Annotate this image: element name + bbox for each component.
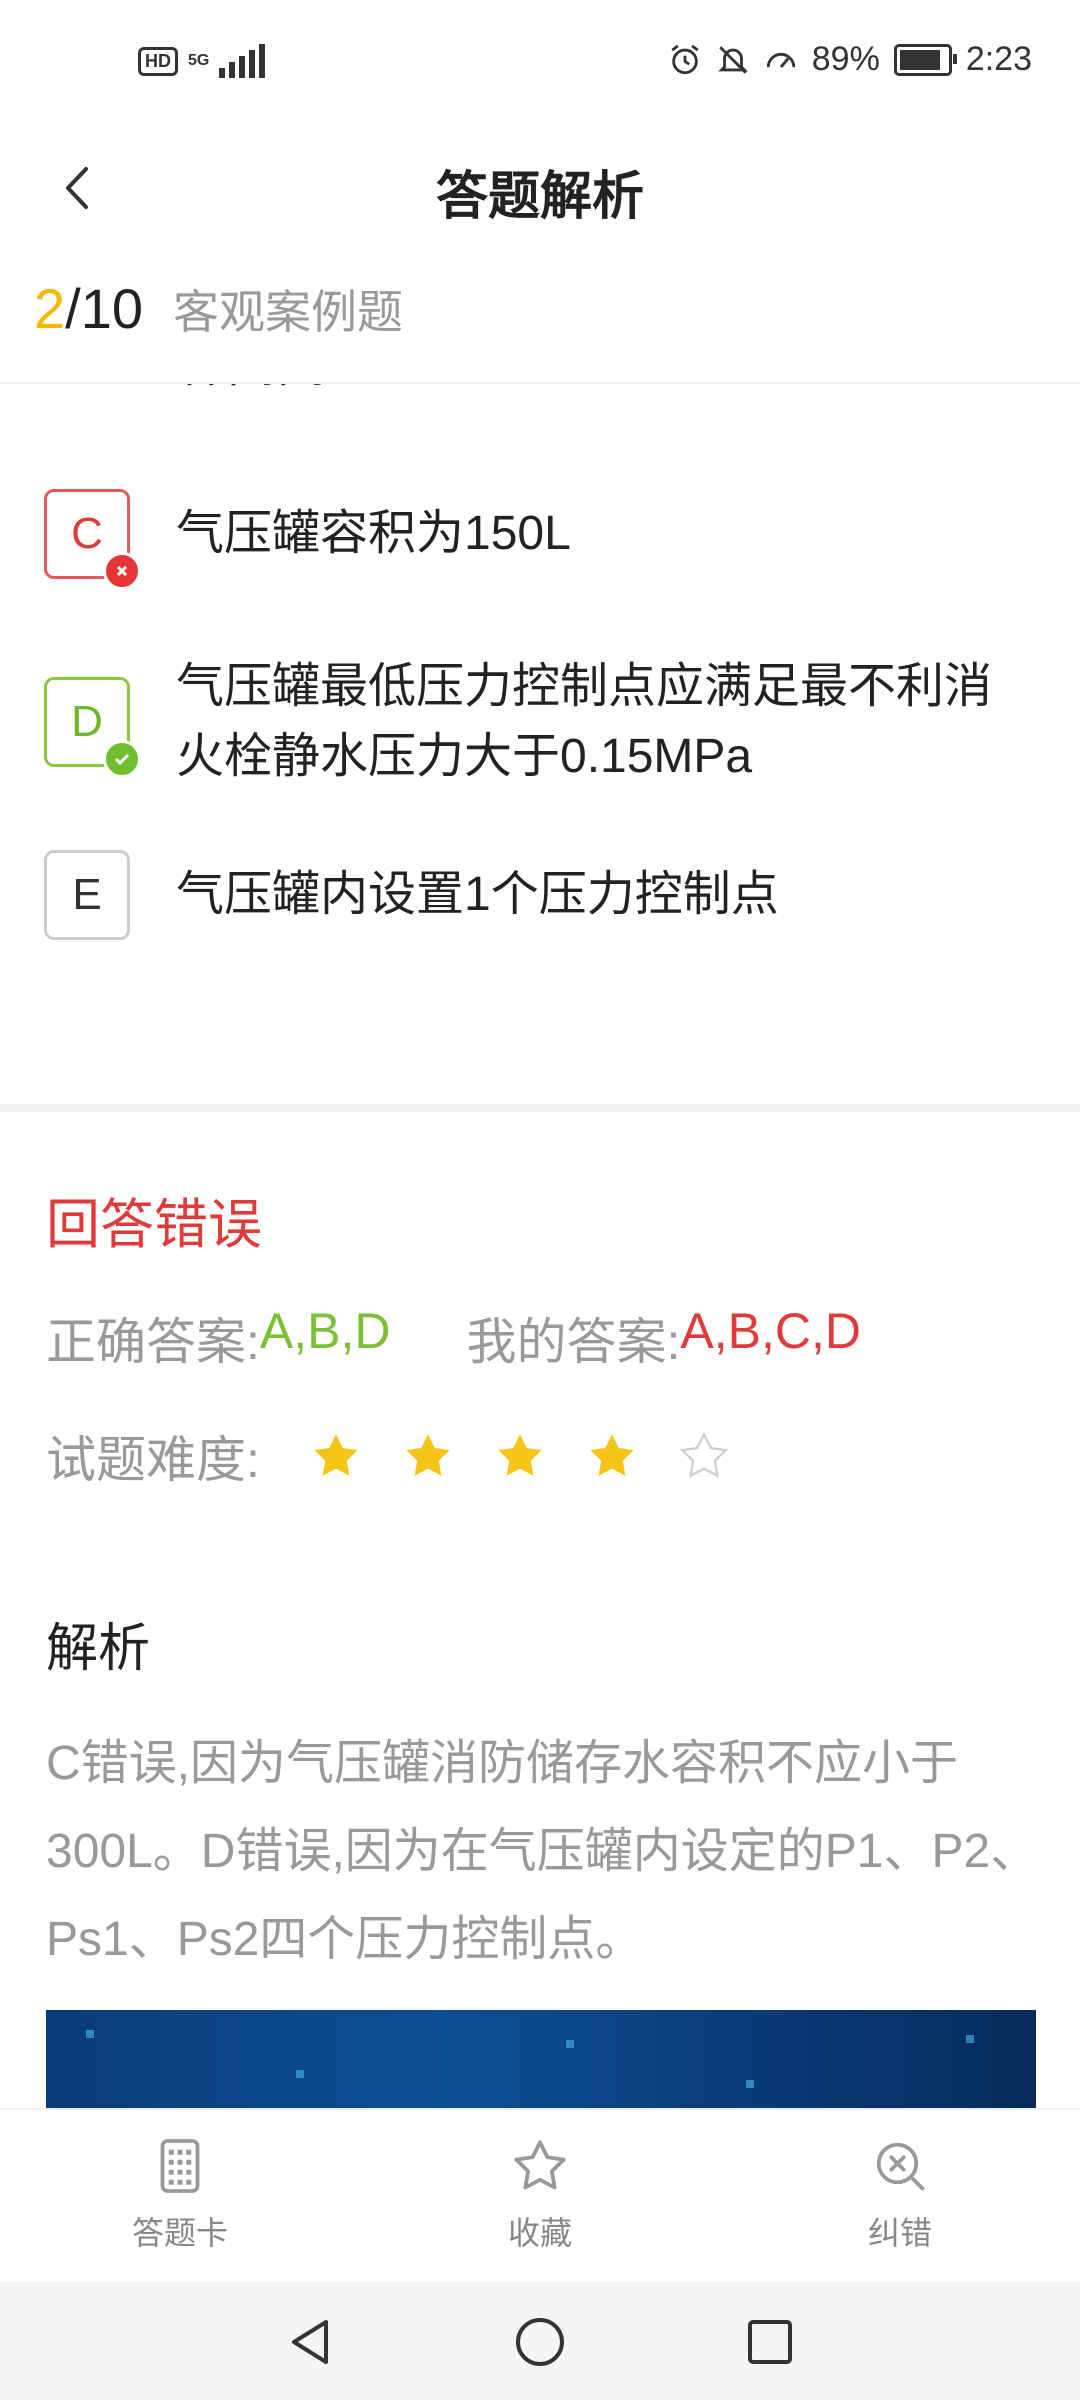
star-filled-icon bbox=[314, 1434, 358, 1476]
option-text: 气压罐内设置1个压力控制点 bbox=[176, 868, 779, 921]
my-answer-label: 我的答案: bbox=[466, 1314, 681, 1370]
search-x-icon bbox=[876, 2142, 925, 2191]
status-left: HD 5G bbox=[138, 44, 266, 78]
home-circle-icon[interactable] bbox=[512, 2314, 568, 2370]
network-label: 5G bbox=[188, 52, 210, 69]
status-right: 89% 2:23 bbox=[668, 40, 1032, 79]
question-type: 客观案例题 bbox=[173, 286, 404, 338]
option-text: 杆闸阀 bbox=[177, 384, 327, 396]
difficulty-row: 试题难度: bbox=[46, 1420, 730, 1492]
progress-total: /10 bbox=[65, 277, 144, 340]
option-text: 气压罐最低压力控制点应满足最不利消火栓静水压力大于0.15MPa bbox=[176, 660, 993, 783]
speed-icon bbox=[766, 52, 795, 68]
star-empty-icon bbox=[679, 1431, 728, 1478]
bottom-tab-bar: 答题卡 收藏 纠错 bbox=[0, 2108, 1080, 2284]
correct-answer-value: A,B,D bbox=[259, 1303, 391, 1359]
difficulty-label: 试题难度: bbox=[46, 1432, 260, 1488]
tab-report-error[interactable]: 纠错 bbox=[800, 2136, 1000, 2254]
section-divider bbox=[0, 1104, 1080, 1112]
tab-label: 收藏 bbox=[507, 2215, 572, 2251]
difficulty-stars bbox=[310, 1430, 730, 1482]
analysis-text: C错误,因为气压罐消防储存水容积不应小于300L。D错误,因为在气压罐内设定的P… bbox=[46, 1737, 1039, 1966]
answer-row: 正确答案: A,B,D 我的答案: A,B,C,D bbox=[46, 1302, 861, 1374]
status-bar: HD 5G 89% 2:23 bbox=[0, 0, 1080, 132]
options-list: 杆闸阀 C 气压罐容积为150L D 气压罐最低压力控制点应满足最不利消火栓静水… bbox=[0, 384, 1080, 1104]
star-filled-icon bbox=[590, 1434, 634, 1476]
option-letter-box: E bbox=[44, 850, 130, 940]
page-title: 答题解析 bbox=[435, 168, 644, 226]
option-letter: C bbox=[71, 509, 103, 558]
option-letter: D bbox=[71, 697, 103, 746]
check-icon bbox=[103, 740, 141, 778]
option-c[interactable]: C 气压罐容积为150L bbox=[44, 489, 1044, 590]
star-filled-icon bbox=[406, 1434, 450, 1476]
result-label: 回答错误 bbox=[46, 1195, 262, 1255]
tab-answer-card[interactable]: 答题卡 bbox=[80, 2136, 280, 2254]
option-letter: E bbox=[72, 870, 102, 919]
cross-icon bbox=[103, 552, 141, 590]
progress-current: 2 bbox=[34, 277, 66, 340]
back-triangle-icon[interactable] bbox=[282, 2314, 338, 2370]
analysis-title: 解析 bbox=[46, 1620, 151, 1678]
battery-icon bbox=[893, 43, 957, 76]
option-d[interactable]: D 气压罐最低压力控制点应满足最不利消火栓静水压力大于0.15MPa bbox=[44, 652, 1044, 792]
system-nav-bar bbox=[0, 2282, 1080, 2400]
answer-card-icon bbox=[160, 2139, 200, 2193]
option-letter-box: D bbox=[44, 677, 141, 778]
question-progress: 2 /10 客观案例题 bbox=[34, 276, 403, 356]
tab-favorite[interactable]: 收藏 bbox=[440, 2136, 640, 2254]
analysis-image bbox=[46, 2010, 1036, 2110]
battery-percent: 89% bbox=[811, 40, 880, 78]
option-e[interactable]: E 气压罐内设置1个压力控制点 bbox=[44, 850, 1044, 940]
hd-badge: HD bbox=[138, 46, 178, 76]
alarm-icon bbox=[671, 44, 699, 74]
option-text: 气压罐容积为150L bbox=[176, 507, 571, 560]
option-letter-box: C bbox=[44, 489, 141, 590]
mute-bell-icon bbox=[717, 45, 748, 74]
signal-icon bbox=[219, 44, 266, 78]
my-answer-value: A,B,C,D bbox=[680, 1303, 861, 1359]
correct-answer-label: 正确答案: bbox=[46, 1314, 260, 1370]
star-outline-icon bbox=[514, 2140, 566, 2190]
clock: 2:23 bbox=[965, 40, 1032, 78]
recents-square-icon[interactable] bbox=[742, 2314, 798, 2370]
tab-label: 答题卡 bbox=[131, 2215, 228, 2251]
star-filled-icon bbox=[498, 1434, 542, 1476]
tab-label: 纠错 bbox=[867, 2215, 932, 2251]
option-b-partial[interactable]: 杆闸阀 bbox=[44, 384, 1044, 394]
nav-bar: 答题解析 bbox=[0, 132, 1080, 244]
